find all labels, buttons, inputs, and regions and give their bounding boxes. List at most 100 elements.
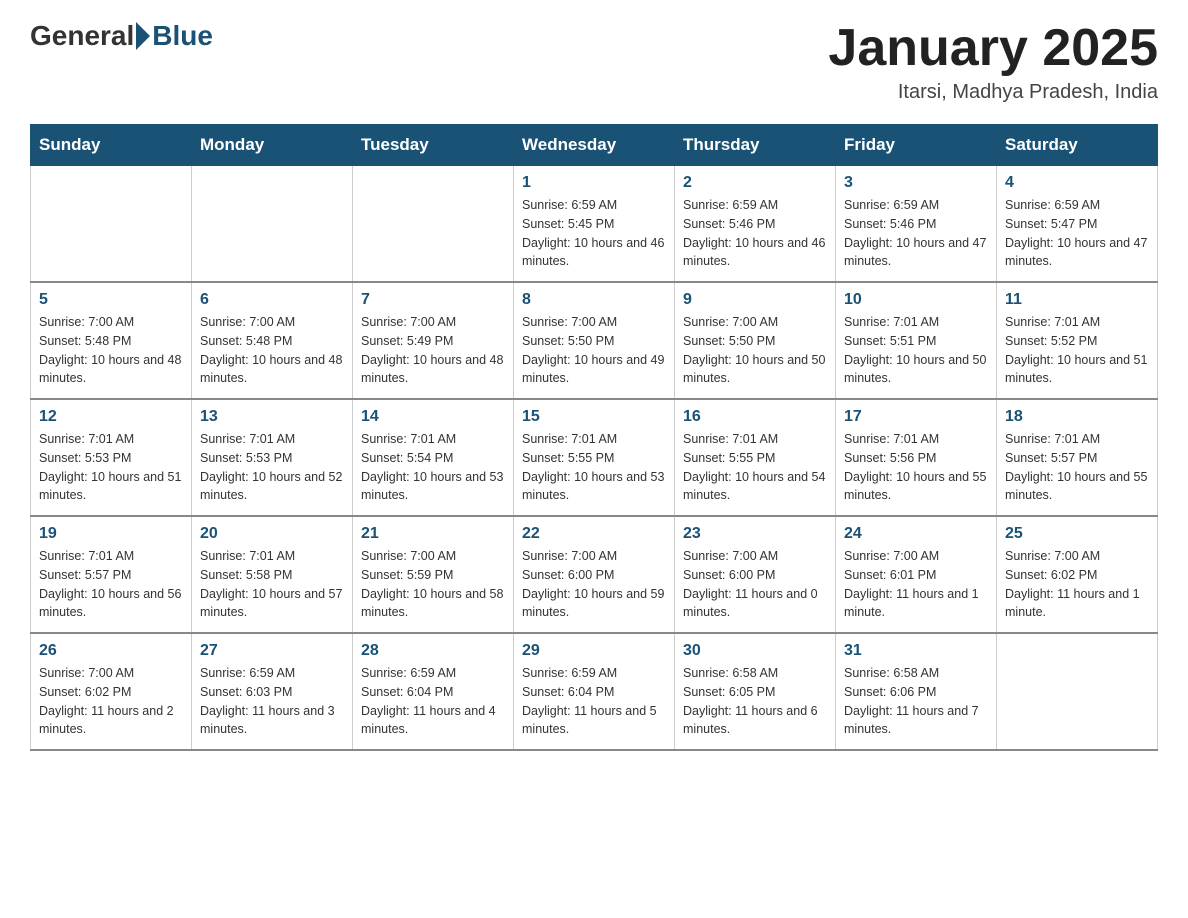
calendar-cell: 21 Sunrise: 7:00 AMSunset: 5:59 PMDayligh… [353,516,514,633]
day-info: Sunrise: 7:01 AMSunset: 5:56 PMDaylight:… [844,430,988,505]
day-info: Sunrise: 7:00 AMSunset: 5:50 PMDaylight:… [683,313,827,388]
calendar-header-row: SundayMondayTuesdayWednesdayThursdayFrid… [31,125,1158,166]
header-thursday: Thursday [675,125,836,166]
day-number: 27 [200,642,344,660]
day-info: Sunrise: 7:01 AMSunset: 5:57 PMDaylight:… [39,547,183,622]
day-number: 1 [522,174,666,192]
day-number: 12 [39,408,183,426]
day-number: 6 [200,291,344,309]
logo-triangle-icon [136,22,150,50]
day-number: 8 [522,291,666,309]
day-number: 11 [1005,291,1149,309]
calendar-cell [31,166,192,283]
day-info: Sunrise: 7:01 AMSunset: 5:51 PMDaylight:… [844,313,988,388]
day-number: 24 [844,525,988,543]
logo-text: General Blue [30,20,213,52]
logo-general: General [30,20,134,52]
calendar-cell: 26 Sunrise: 7:00 AMSunset: 6:02 PMDayligh… [31,633,192,750]
day-number: 3 [844,174,988,192]
calendar-cell: 20 Sunrise: 7:01 AMSunset: 5:58 PMDayligh… [192,516,353,633]
calendar-cell: 30 Sunrise: 6:58 AMSunset: 6:05 PMDayligh… [675,633,836,750]
calendar-cell: 15Sunrise: 7:01 AMSunset: 5:55 PMDayligh… [514,399,675,516]
calendar-cell: 31 Sunrise: 6:58 AMSunset: 6:06 PMDayligh… [836,633,997,750]
day-number: 28 [361,642,505,660]
day-info: Sunrise: 7:01 AMSunset: 5:55 PMDaylight:… [522,430,666,505]
day-info: Sunrise: 7:01 AMSunset: 5:54 PMDaylight:… [361,430,505,505]
day-info: Sunrise: 6:59 AMSunset: 5:45 PMDaylight:… [522,196,666,271]
day-number: 25 [1005,525,1149,543]
location: Itarsi, Madhya Pradesh, India [828,81,1158,104]
calendar-cell: 5 Sunrise: 7:00 AMSunset: 5:48 PMDaylight… [31,282,192,399]
day-info: Sunrise: 6:59 AMSunset: 6:04 PMDaylight:… [361,664,505,739]
calendar-cell: 13Sunrise: 7:01 AMSunset: 5:53 PMDayligh… [192,399,353,516]
calendar-cell: 9 Sunrise: 7:00 AMSunset: 5:50 PMDaylight… [675,282,836,399]
day-number: 7 [361,291,505,309]
day-number: 29 [522,642,666,660]
day-info: Sunrise: 7:00 AMSunset: 6:01 PMDaylight:… [844,547,988,622]
day-info: Sunrise: 6:59 AMSunset: 5:46 PMDaylight:… [683,196,827,271]
calendar-cell: 10Sunrise: 7:01 AMSunset: 5:51 PMDayligh… [836,282,997,399]
day-info: Sunrise: 7:01 AMSunset: 5:55 PMDaylight:… [683,430,827,505]
header-friday: Friday [836,125,997,166]
header-monday: Monday [192,125,353,166]
calendar-cell: 25 Sunrise: 7:00 AMSunset: 6:02 PMDayligh… [997,516,1158,633]
calendar-week-4: 19 Sunrise: 7:01 AMSunset: 5:57 PMDayligh… [31,516,1158,633]
day-number: 16 [683,408,827,426]
day-number: 30 [683,642,827,660]
day-info: Sunrise: 7:00 AMSunset: 5:59 PMDaylight:… [361,547,505,622]
day-number: 23 [683,525,827,543]
calendar-cell: 16 Sunrise: 7:01 AMSunset: 5:55 PMDayligh… [675,399,836,516]
calendar-week-5: 26 Sunrise: 7:00 AMSunset: 6:02 PMDayligh… [31,633,1158,750]
calendar-cell: 3 Sunrise: 6:59 AMSunset: 5:46 PMDaylight… [836,166,997,283]
day-info: Sunrise: 6:59 AMSunset: 5:47 PMDaylight:… [1005,196,1149,271]
calendar-cell: 14Sunrise: 7:01 AMSunset: 5:54 PMDayligh… [353,399,514,516]
day-number: 26 [39,642,183,660]
day-number: 9 [683,291,827,309]
day-number: 21 [361,525,505,543]
day-number: 31 [844,642,988,660]
calendar-cell: 18Sunrise: 7:01 AMSunset: 5:57 PMDayligh… [997,399,1158,516]
day-info: Sunrise: 7:01 AMSunset: 5:58 PMDaylight:… [200,547,344,622]
title-block: January 2025 Itarsi, Madhya Pradesh, Ind… [828,20,1158,104]
day-info: Sunrise: 7:01 AMSunset: 5:53 PMDaylight:… [39,430,183,505]
calendar-cell [997,633,1158,750]
day-info: Sunrise: 7:01 AMSunset: 5:52 PMDaylight:… [1005,313,1149,388]
calendar-week-1: 1 Sunrise: 6:59 AMSunset: 5:45 PMDaylight… [31,166,1158,283]
day-number: 19 [39,525,183,543]
calendar-cell: 12 Sunrise: 7:01 AMSunset: 5:53 PMDayligh… [31,399,192,516]
day-info: Sunrise: 7:00 AMSunset: 6:02 PMDaylight:… [39,664,183,739]
day-number: 22 [522,525,666,543]
day-info: Sunrise: 7:00 AMSunset: 5:48 PMDaylight:… [200,313,344,388]
calendar-cell: 2 Sunrise: 6:59 AMSunset: 5:46 PMDaylight… [675,166,836,283]
month-title: January 2025 [828,20,1158,77]
day-info: Sunrise: 6:59 AMSunset: 6:04 PMDaylight:… [522,664,666,739]
day-info: Sunrise: 7:00 AMSunset: 6:00 PMDaylight:… [683,547,827,622]
calendar-cell: 8 Sunrise: 7:00 AMSunset: 5:50 PMDaylight… [514,282,675,399]
day-info: Sunrise: 6:59 AMSunset: 5:46 PMDaylight:… [844,196,988,271]
calendar-week-3: 12 Sunrise: 7:01 AMSunset: 5:53 PMDayligh… [31,399,1158,516]
calendar-cell: 24 Sunrise: 7:00 AMSunset: 6:01 PMDayligh… [836,516,997,633]
day-number: 18 [1005,408,1149,426]
day-info: Sunrise: 7:00 AMSunset: 5:50 PMDaylight:… [522,313,666,388]
day-info: Sunrise: 7:00 AMSunset: 6:00 PMDaylight:… [522,547,666,622]
day-number: 5 [39,291,183,309]
calendar-week-2: 5 Sunrise: 7:00 AMSunset: 5:48 PMDaylight… [31,282,1158,399]
day-info: Sunrise: 7:00 AMSunset: 5:49 PMDaylight:… [361,313,505,388]
calendar-cell: 7 Sunrise: 7:00 AMSunset: 5:49 PMDaylight… [353,282,514,399]
day-number: 4 [1005,174,1149,192]
calendar-cell: 6 Sunrise: 7:00 AMSunset: 5:48 PMDaylight… [192,282,353,399]
day-number: 17 [844,408,988,426]
day-info: Sunrise: 7:00 AMSunset: 5:48 PMDaylight:… [39,313,183,388]
day-info: Sunrise: 6:58 AMSunset: 6:06 PMDaylight:… [844,664,988,739]
day-info: Sunrise: 6:58 AMSunset: 6:05 PMDaylight:… [683,664,827,739]
day-number: 20 [200,525,344,543]
header-sunday: Sunday [31,125,192,166]
day-info: Sunrise: 6:59 AMSunset: 6:03 PMDaylight:… [200,664,344,739]
calendar-cell: 4 Sunrise: 6:59 AMSunset: 5:47 PMDaylight… [997,166,1158,283]
calendar-cell: 27 Sunrise: 6:59 AMSunset: 6:03 PMDayligh… [192,633,353,750]
calendar-cell: 1 Sunrise: 6:59 AMSunset: 5:45 PMDaylight… [514,166,675,283]
logo-blue: Blue [152,20,213,52]
day-info: Sunrise: 7:00 AMSunset: 6:02 PMDaylight:… [1005,547,1149,622]
day-number: 2 [683,174,827,192]
header-tuesday: Tuesday [353,125,514,166]
